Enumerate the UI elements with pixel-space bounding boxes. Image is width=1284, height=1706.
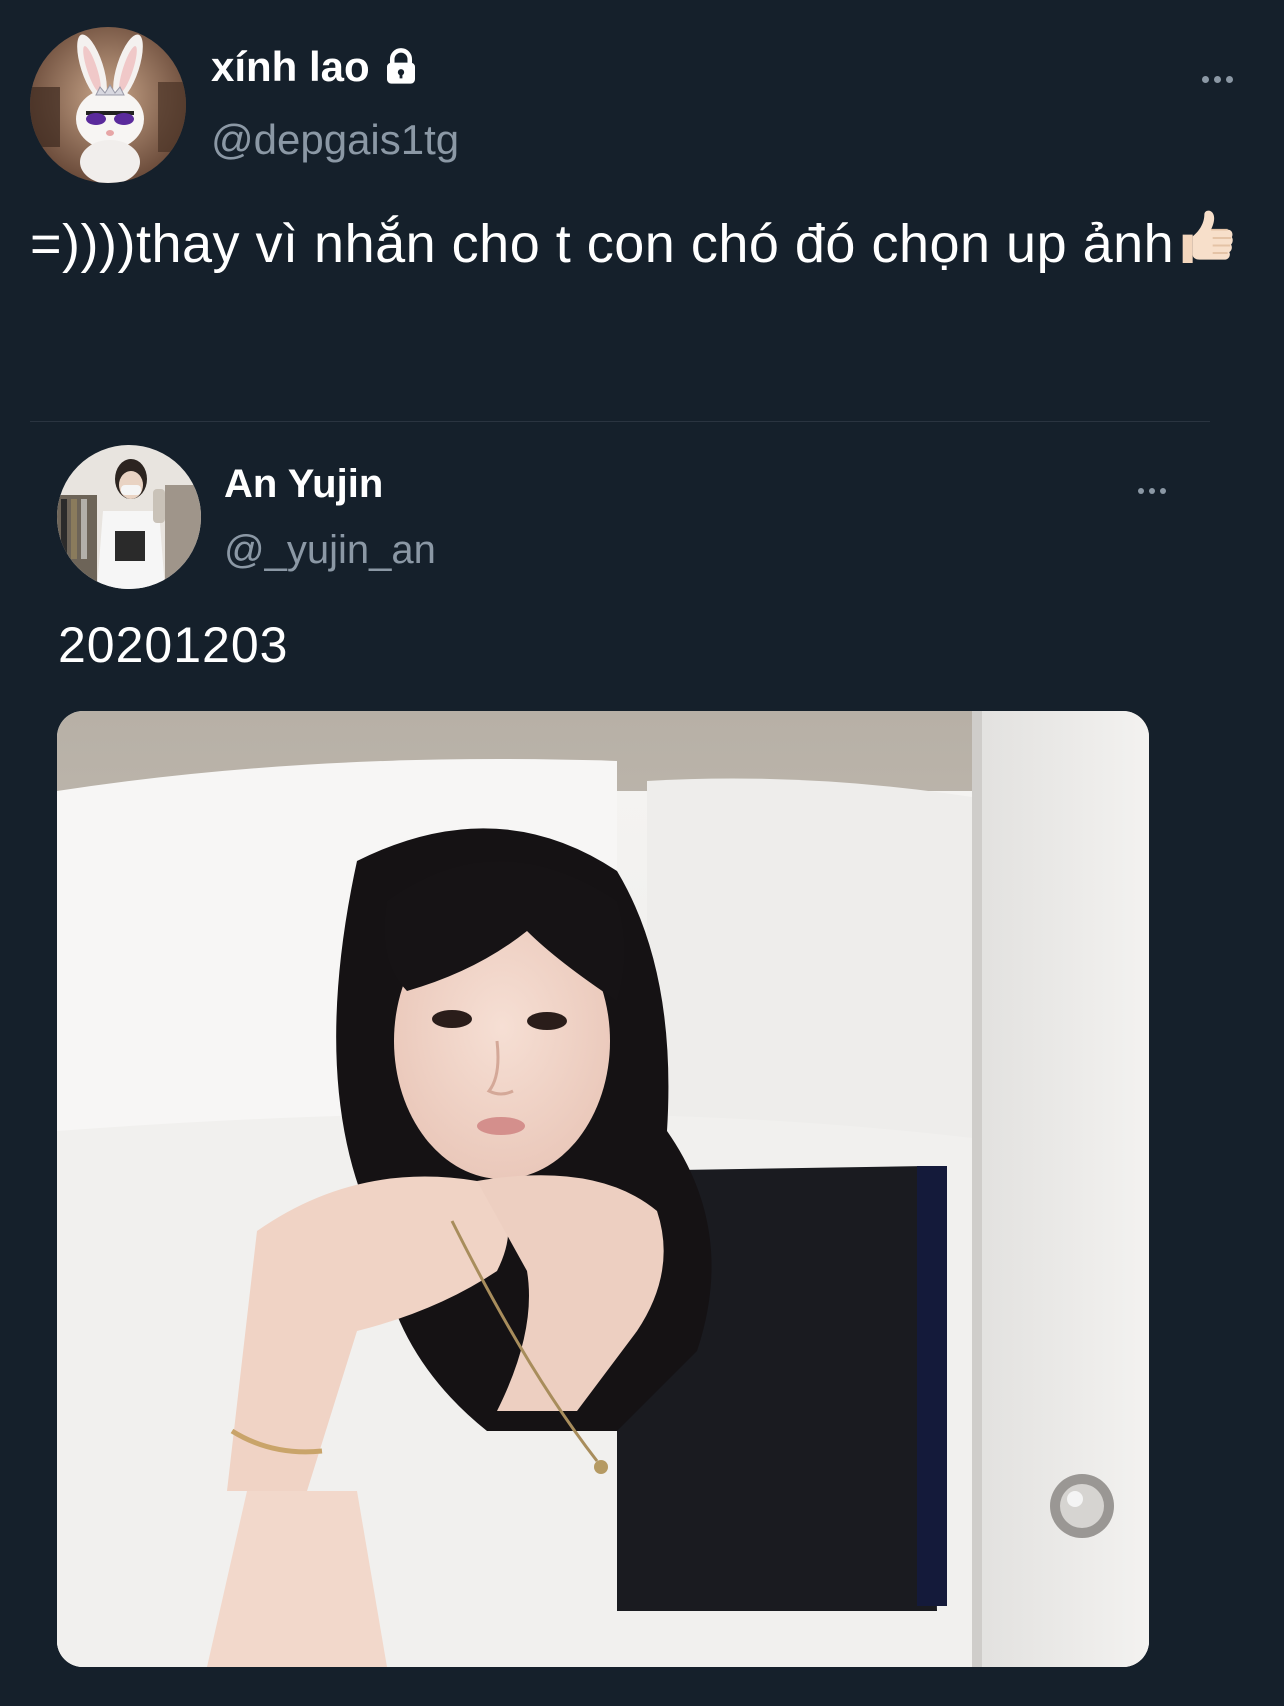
author-handle[interactable]: @depgais1tg — [211, 116, 459, 164]
photo-image — [57, 711, 1149, 1667]
tweet-body: =))))thay vì nhắn cho t con chó đó chọn … — [30, 214, 1175, 274]
tweet-text: =))))thay vì nhắn cho t con chó đó chọn … — [30, 204, 1250, 284]
more-dot — [1149, 488, 1155, 494]
more-dot — [1214, 76, 1221, 83]
more-options-button[interactable] — [1196, 70, 1239, 89]
quoted-author-handle[interactable]: @_yujin_an — [224, 528, 436, 573]
person-avatar-icon — [57, 445, 201, 589]
quoted-more-options-button[interactable] — [1132, 482, 1172, 500]
quoted-author-name-row[interactable]: An Yujin — [224, 459, 383, 509]
more-dot — [1138, 488, 1144, 494]
lock-icon — [386, 48, 415, 84]
quoted-tweet-text: 20201203 — [58, 617, 289, 673]
quoted-author-avatar[interactable] — [57, 445, 201, 589]
author-name-row[interactable]: xính lao — [211, 42, 422, 92]
author-display-name[interactable]: xính lao — [211, 43, 370, 91]
more-dot — [1226, 76, 1233, 83]
quote-divider — [30, 421, 1210, 422]
more-dot — [1202, 76, 1209, 83]
quoted-tweet-photo[interactable] — [57, 711, 1149, 1667]
more-dot — [1160, 488, 1166, 494]
quoted-author-display-name[interactable]: An Yujin — [224, 462, 383, 507]
bunny-avatar-icon — [30, 27, 186, 183]
thumbs-up-emoji-icon — [1182, 210, 1233, 263]
author-avatar[interactable] — [30, 27, 186, 183]
